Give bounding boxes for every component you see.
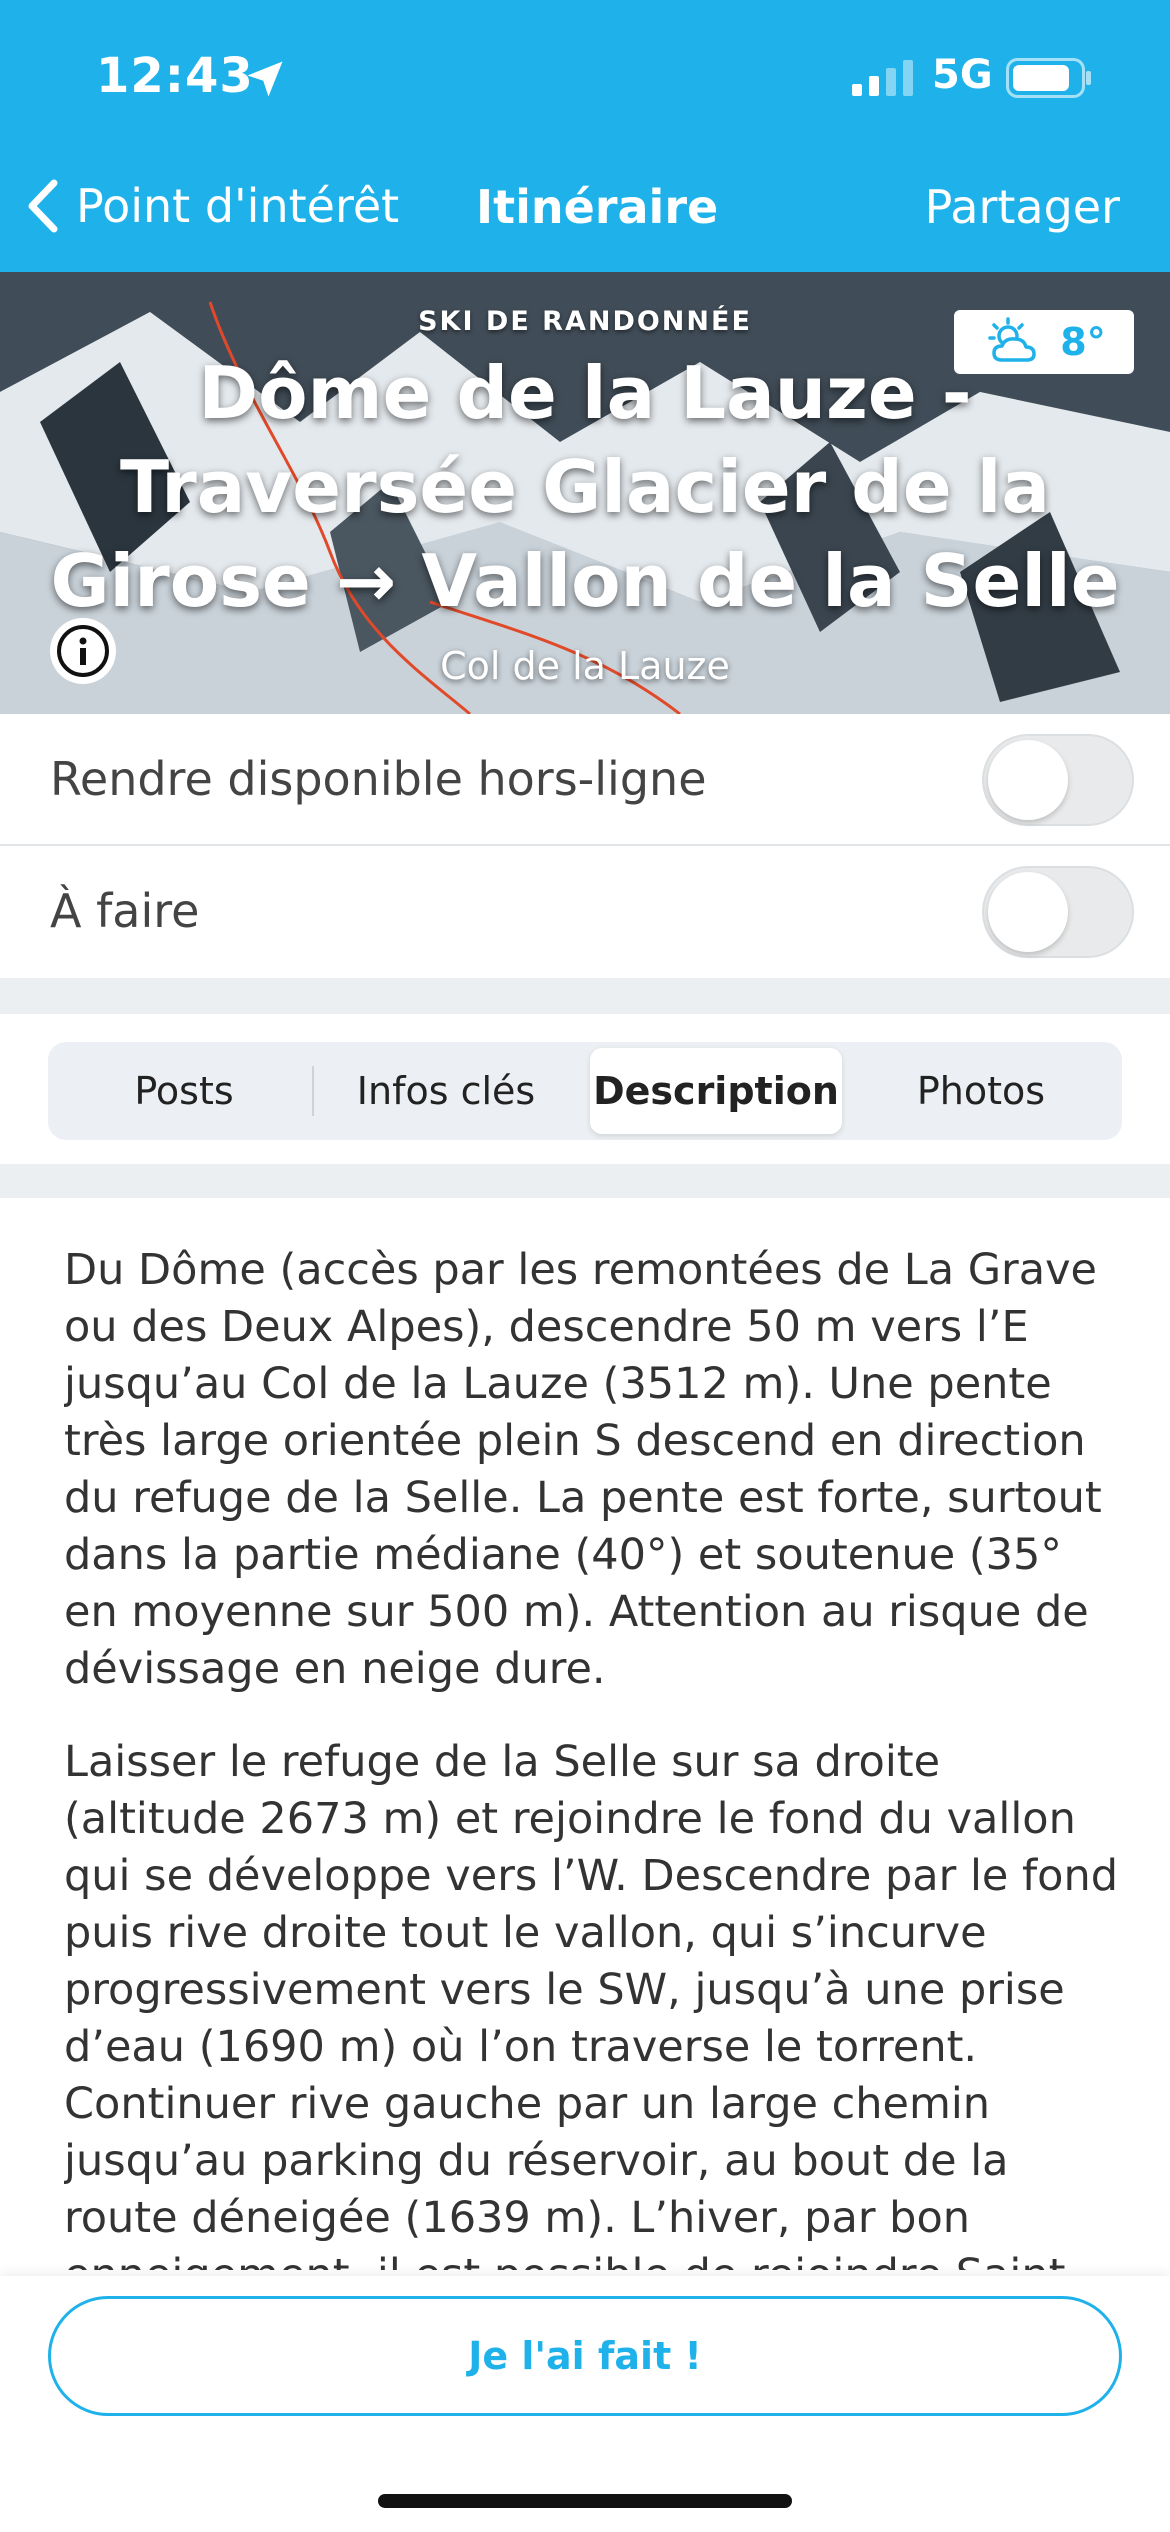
- offline-toggle[interactable]: [982, 734, 1134, 826]
- offline-label: Rendre disponible hors-ligne: [50, 752, 707, 806]
- battery-icon: [1006, 58, 1091, 98]
- app-screen: 12:43 5G Point d'intérêt Itinéraire Part…: [0, 0, 1170, 2532]
- weather-badge[interactable]: 8°: [954, 310, 1134, 374]
- todo-label: À faire: [50, 884, 200, 938]
- tab-infos-cles[interactable]: Infos clés: [316, 1048, 576, 1134]
- tab-description[interactable]: Description: [590, 1048, 842, 1134]
- network-label: 5G: [932, 52, 993, 98]
- route-title: Dôme de la Lauze - Traversée Glacier de …: [50, 351, 1120, 623]
- bottom-bar: Je l'ai fait !: [0, 2276, 1170, 2532]
- status-time: 12:43: [96, 48, 254, 104]
- toggle-knob: [988, 872, 1068, 952]
- segmented-control: Posts Infos clés Description Photos: [48, 1042, 1122, 1140]
- description-paragraph: Laisser le refuge de la Selle sur sa dro…: [64, 1737, 1119, 2270]
- info-icon[interactable]: [48, 616, 118, 686]
- route-subtitle: Col de la Lauze: [440, 644, 730, 688]
- description-text: Du Dôme (accès par les remontées de La G…: [64, 1242, 1124, 2270]
- tab-divider: [312, 1066, 314, 1116]
- top-bar: 12:43 5G Point d'intérêt Itinéraire Part…: [0, 0, 1170, 272]
- back-label: Point d'intérêt: [76, 179, 400, 233]
- done-button[interactable]: Je l'ai fait !: [48, 2296, 1122, 2416]
- offline-row: Rendre disponible hors-ligne: [0, 714, 1170, 846]
- weather-temp: 8°: [1060, 320, 1106, 364]
- nav-title: Itinéraire: [476, 180, 719, 234]
- section-separator: [0, 1164, 1170, 1198]
- toggle-knob: [988, 740, 1068, 820]
- partly-sunny-icon: [988, 317, 1037, 362]
- section-separator: [0, 978, 1170, 1014]
- todo-row: À faire: [0, 846, 1170, 978]
- chevron-left-icon: [28, 179, 58, 233]
- share-button[interactable]: Partager: [925, 180, 1120, 234]
- tab-posts[interactable]: Posts: [54, 1048, 314, 1134]
- back-button[interactable]: Point d'intérêt: [24, 176, 399, 236]
- tabs-section: Posts Infos clés Description Photos: [0, 1014, 1170, 1164]
- hero-image: SKI DE RANDONNÉE Dôme de la Lauze - Trav…: [0, 272, 1170, 714]
- location-arrow-icon: [247, 61, 283, 97]
- tab-photos[interactable]: Photos: [848, 1048, 1114, 1134]
- signal-bars-icon: [852, 60, 913, 96]
- home-indicator: [378, 2494, 792, 2508]
- todo-toggle[interactable]: [982, 866, 1134, 958]
- description-paragraph: Du Dôme (accès par les remontées de La G…: [64, 1245, 1102, 1694]
